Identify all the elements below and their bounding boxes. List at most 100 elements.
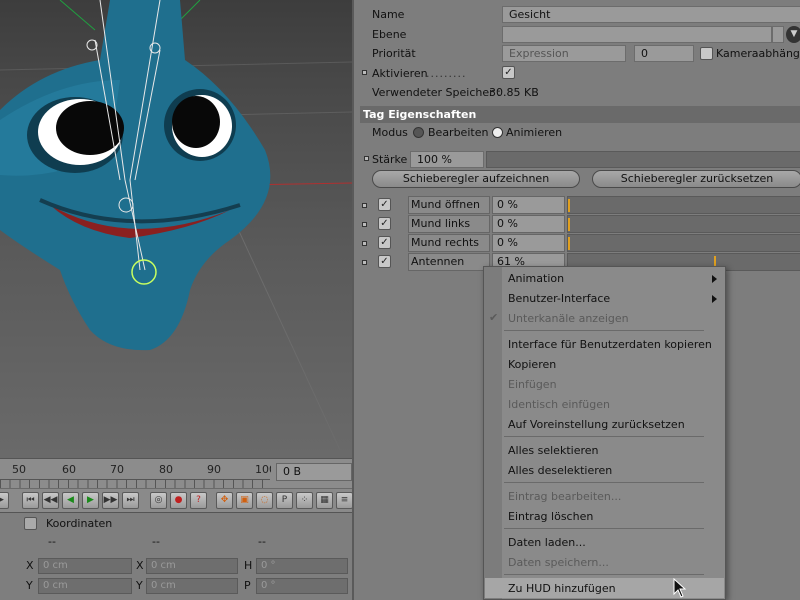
slider-track[interactable]: [567, 234, 800, 252]
slider-enable-checkbox[interactable]: ✓: [378, 255, 391, 268]
slider-dot-icon[interactable]: [362, 260, 367, 265]
slider-enable-checkbox[interactable]: ✓: [378, 198, 391, 211]
grid-icon[interactable]: ▦: [316, 492, 333, 509]
menu-item-eintrag-loeschen[interactable]: Eintrag löschen: [508, 510, 593, 523]
anim-dot-icon[interactable]: [362, 70, 367, 75]
camera-checkbox[interactable]: [700, 47, 713, 60]
param-icon[interactable]: P: [276, 492, 293, 509]
prev-key-icon[interactable]: ◀◀: [42, 492, 59, 509]
transport-bar: ▶ ⏮ ◀◀ ◀ ▶ ▶▶ ⏭ ◎ ● ? ✥ ▣ ◌ P ⁘ ▦ ≡: [0, 488, 353, 512]
size-y-field[interactable]: 0 cm: [146, 578, 238, 594]
timeline-tick: 90: [207, 463, 221, 476]
menu-item-benutzer-interface[interactable]: Benutzer-Interface: [508, 292, 610, 305]
move-icon[interactable]: ✥: [216, 492, 233, 509]
speicher-value: 30.85 KB: [489, 86, 539, 99]
menu-separator: [504, 482, 704, 483]
anim-dot-icon[interactable]: [364, 156, 369, 161]
coords-dash: --: [258, 535, 266, 548]
play-icon[interactable]: ▶: [82, 492, 99, 509]
menu-item-einfuegen: Einfügen: [508, 378, 557, 391]
modus-label: Modus: [372, 126, 408, 139]
layer-dropdown-icon[interactable]: ▼: [786, 26, 800, 43]
coords-dash: --: [48, 535, 56, 548]
menu-item-daten-laden[interactable]: Daten laden...: [508, 536, 586, 549]
tag-properties-header: Tag Eigenschaften: [360, 106, 800, 123]
timeline-tick: 100: [255, 463, 271, 476]
timeline-tick: 60: [62, 463, 76, 476]
slider-dot-icon[interactable]: [362, 241, 367, 246]
pla-icon[interactable]: ⁘: [296, 492, 313, 509]
go-end-icon[interactable]: ⏭: [122, 492, 139, 509]
mode-edit-radio[interactable]: [413, 127, 424, 138]
slider-value[interactable]: 0 %: [492, 196, 565, 214]
menu-separator: [504, 330, 704, 331]
frame-field[interactable]: 0 B: [276, 463, 352, 481]
slider-name: Mund öffnen: [408, 196, 490, 214]
menu-item-kopieren[interactable]: Kopieren: [508, 358, 556, 371]
go-start-icon[interactable]: ⏮: [22, 492, 39, 509]
menu-item-eintrag-bearbeiten: Eintrag bearbeiten...: [508, 490, 622, 503]
more-icon[interactable]: ≡: [336, 492, 353, 509]
slider-value[interactable]: 0 %: [492, 215, 565, 233]
prio-label: Priorität: [372, 47, 416, 60]
name-label: Name: [372, 8, 405, 21]
rotate-icon[interactable]: ◌: [256, 492, 273, 509]
reset-sliders-button[interactable]: Schieberegler zurücksetzen: [592, 170, 800, 188]
record-sliders-button[interactable]: Schieberegler aufzeichnen: [372, 170, 580, 188]
slider-dot-icon[interactable]: [362, 222, 367, 227]
slider-handle[interactable]: [568, 199, 570, 212]
priority-number[interactable]: 0: [634, 45, 694, 62]
timeline-scale[interactable]: [0, 479, 270, 488]
pos-x-field[interactable]: 0 cm: [38, 558, 132, 574]
aktiv-dots: .........: [426, 67, 467, 80]
slider-track[interactable]: [567, 196, 800, 214]
coords-toggle[interactable]: [24, 517, 37, 530]
timeline-ruler[interactable]: 50 60 70 80 90 100 0 B: [0, 458, 352, 488]
scale-icon[interactable]: ▣: [236, 492, 253, 509]
menu-item-voreinstellung[interactable]: Auf Voreinstellung zurücksetzen: [508, 418, 685, 431]
menu-item-alles-deselektieren[interactable]: Alles deselektieren: [508, 464, 612, 477]
ebene-arrow-icon[interactable]: [772, 26, 784, 43]
menu-item-zu-hud[interactable]: Zu HUD hinzufügen: [508, 582, 616, 595]
slider-handle[interactable]: [568, 237, 570, 250]
menu-item-unterkanaele: Unterkanäle anzeigen: [508, 312, 629, 325]
record-keys-icon[interactable]: ◎: [150, 492, 167, 509]
rot-h-field[interactable]: 0 °: [256, 558, 348, 574]
rot-p-field[interactable]: 0 °: [256, 578, 348, 594]
menu-item-identisch-einfuegen: Identisch einfügen: [508, 398, 610, 411]
menu-item-animation[interactable]: Animation: [508, 272, 564, 285]
priority-select[interactable]: Expression: [502, 45, 626, 62]
staerke-label: Stärke: [372, 153, 408, 166]
size-x-field[interactable]: 0 cm: [146, 558, 238, 574]
character-render: [0, 0, 352, 451]
menu-item-alles-selektieren[interactable]: Alles selektieren: [508, 444, 598, 457]
prev-icon[interactable]: ▶: [0, 492, 9, 509]
slider-value[interactable]: 0 %: [492, 234, 565, 252]
slider-name: Mund rechts: [408, 234, 490, 252]
coord-label: Y: [26, 579, 33, 592]
slider-track[interactable]: [567, 215, 800, 233]
play-backward-icon[interactable]: ◀: [62, 492, 79, 509]
coords-dash: --: [152, 535, 160, 548]
staerke-slider[interactable]: [486, 151, 800, 168]
aktiv-checkbox[interactable]: ✓: [502, 66, 515, 79]
pos-y-field[interactable]: 0 cm: [38, 578, 132, 594]
menu-item-daten-speichern: Daten speichern...: [508, 556, 609, 569]
slider-enable-checkbox[interactable]: ✓: [378, 236, 391, 249]
menu-separator: [504, 528, 704, 529]
ebene-field[interactable]: [502, 26, 772, 43]
name-field[interactable]: Gesicht: [502, 6, 800, 23]
slider-handle[interactable]: [568, 218, 570, 231]
menu-separator: [504, 436, 704, 437]
slider-name: Antennen: [408, 253, 490, 271]
mode-anim-radio[interactable]: [492, 127, 503, 138]
slider-dot-icon[interactable]: [362, 203, 367, 208]
3d-viewport[interactable]: [0, 0, 352, 458]
next-key-icon[interactable]: ▶▶: [102, 492, 119, 509]
menu-item-interface-kopieren[interactable]: Interface für Benutzerdaten kopieren: [508, 338, 712, 351]
staerke-field[interactable]: 100 %: [410, 151, 484, 168]
record-icon[interactable]: ●: [170, 492, 187, 509]
timeline-tick: 80: [159, 463, 173, 476]
auto-key-icon[interactable]: ?: [190, 492, 207, 509]
slider-enable-checkbox[interactable]: ✓: [378, 217, 391, 230]
